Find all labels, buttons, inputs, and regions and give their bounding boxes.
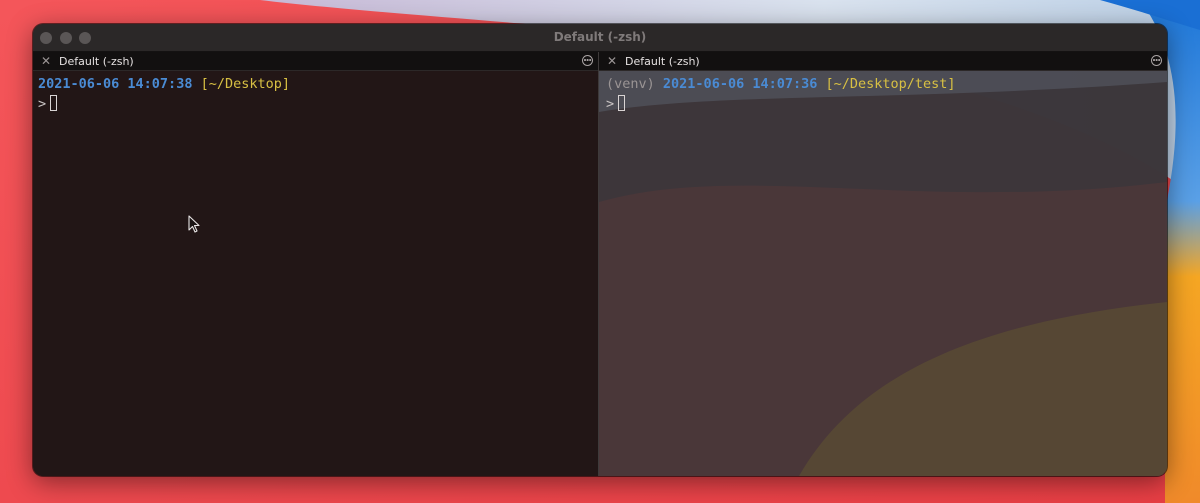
prompt-path: [~/Desktop] — [200, 76, 290, 92]
mouse-pointer-icon — [188, 215, 200, 233]
prompt-time: 14:07:36 — [752, 76, 818, 92]
terminal-pane-left[interactable]: ✕ Default (-zsh) 2021-06-06 14:07:38 [~/… — [33, 52, 598, 476]
prompt-info-line: (venv) 2021-06-06 14:07:36 [~/Desktop/te… — [606, 74, 956, 94]
prompt-date: 2021-06-06 — [38, 76, 120, 92]
prompt-venv: (venv) — [606, 76, 655, 92]
close-icon[interactable]: ✕ — [607, 54, 617, 68]
window-titlebar[interactable]: Default (-zsh) — [33, 24, 1167, 52]
terminal-window[interactable]: Default (-zsh) ✕ Default (-zsh) 2021-06-… — [33, 24, 1167, 476]
prompt-date: 2021-06-06 — [662, 76, 745, 92]
pane-tab-bar: ✕ Default (-zsh) — [599, 52, 1167, 71]
prompt-symbol: > — [606, 96, 615, 112]
prompt-symbol: > — [38, 96, 47, 112]
more-options-icon[interactable] — [582, 55, 593, 66]
terminal-output[interactable]: (venv) 2021-06-06 14:07:36 [~/Desktop/te… — [606, 74, 956, 114]
prompt-info-line: 2021-06-06 14:07:38 [~/Desktop] — [38, 74, 290, 94]
close-icon[interactable]: ✕ — [41, 54, 51, 68]
tab-label[interactable]: Default (-zsh) — [625, 55, 700, 68]
window-title: Default (-zsh) — [553, 30, 647, 44]
command-line[interactable]: > — [606, 94, 956, 114]
pane-tab-bar: ✕ Default (-zsh) — [33, 52, 598, 71]
prompt-time: 14:07:38 — [127, 76, 193, 92]
more-options-icon[interactable] — [1151, 55, 1162, 66]
command-line[interactable]: > — [38, 94, 290, 114]
terminal-output[interactable]: 2021-06-06 14:07:38 [~/Desktop] > — [38, 74, 290, 114]
prompt-path: [~/Desktop/test] — [825, 76, 956, 92]
terminal-pane-right[interactable]: ✕ Default (-zsh) (venv) 2021-06-06 14:07… — [599, 52, 1167, 476]
text-cursor — [618, 95, 626, 111]
text-cursor — [50, 95, 58, 111]
pane-translucent-wallpaper — [599, 52, 1167, 476]
tab-label[interactable]: Default (-zsh) — [59, 55, 134, 68]
